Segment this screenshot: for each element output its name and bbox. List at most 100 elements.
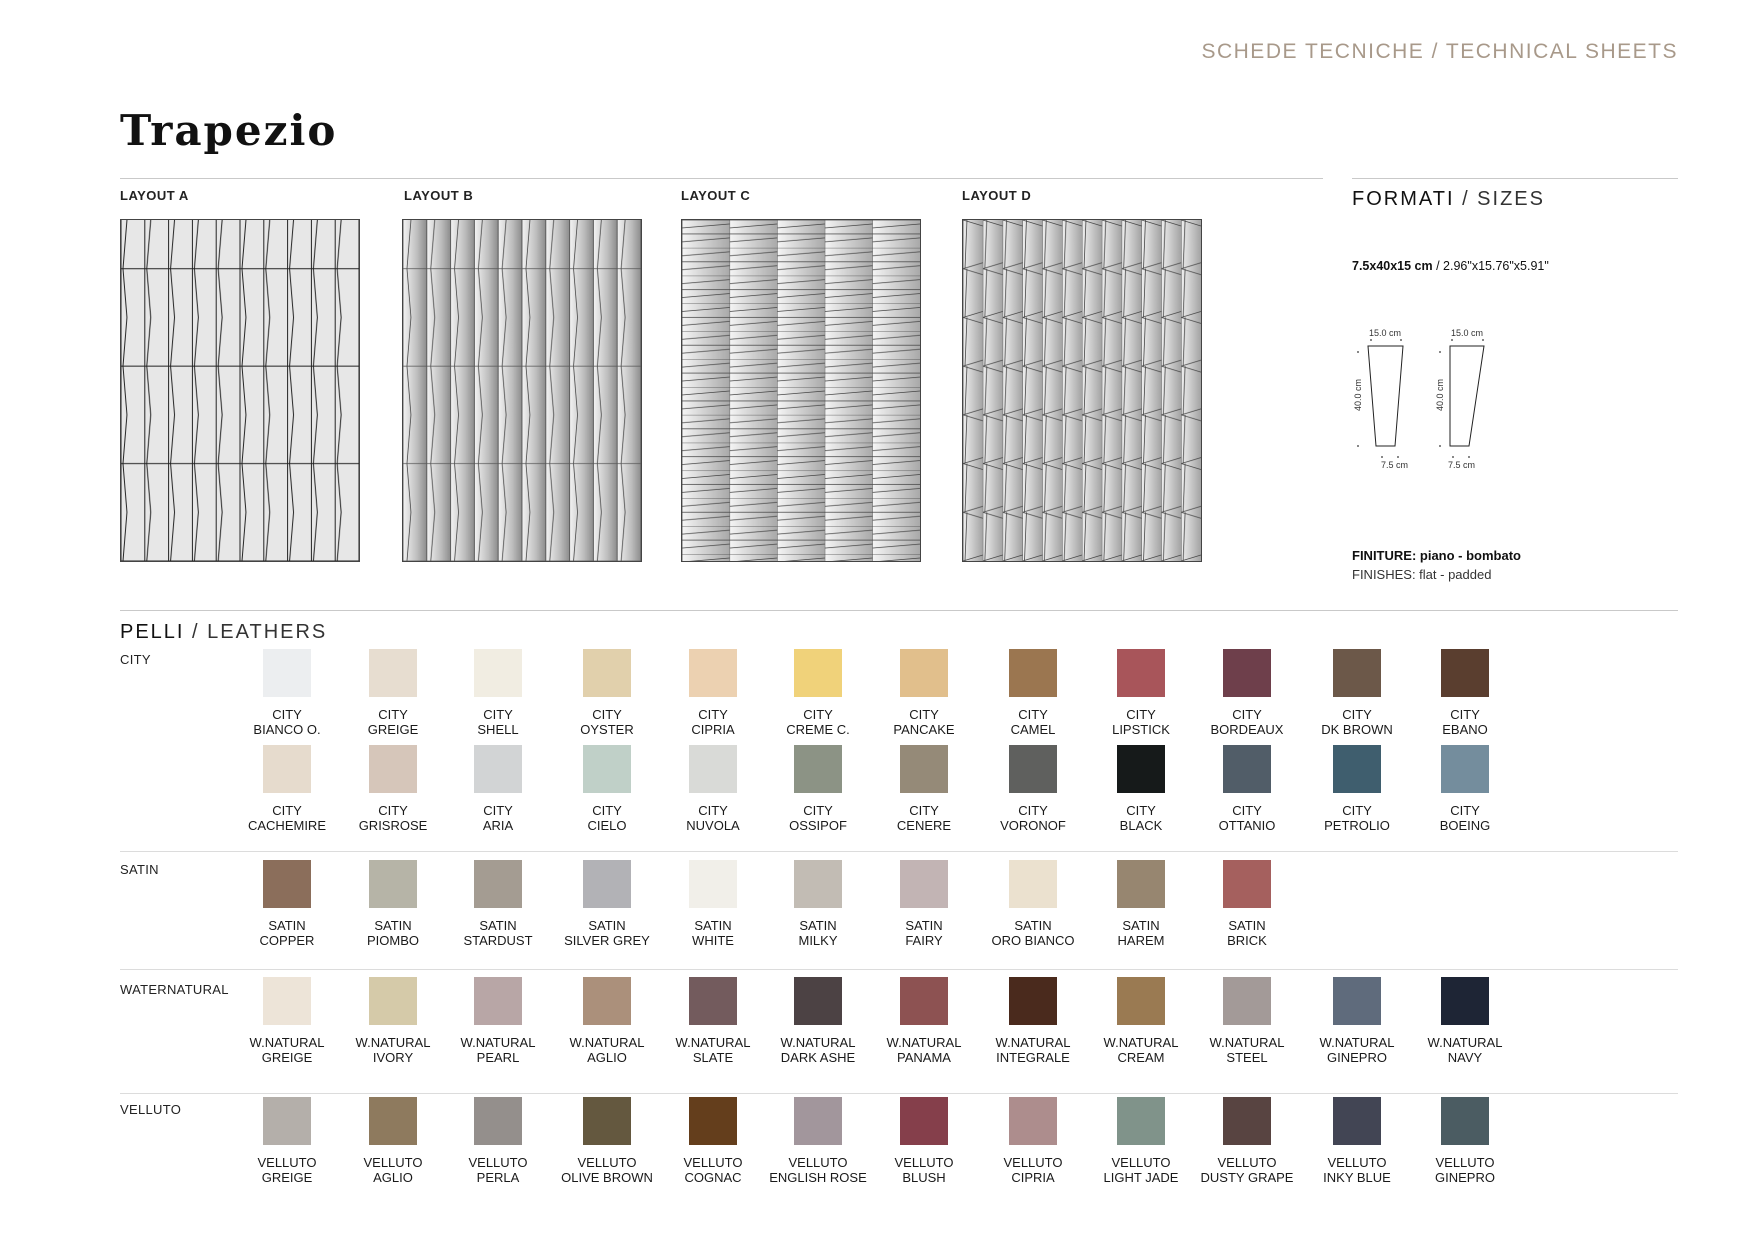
leather-swatch-name: W.NATURAL GINEPRO [1297, 1035, 1417, 1065]
leather-swatch-name: CITY BORDEAUX [1187, 707, 1307, 737]
group-rule-satin [120, 851, 1678, 852]
swatch-line-family: CITY [1232, 803, 1262, 818]
swatch-line-color: IVORY [372, 1050, 414, 1065]
leather-swatch: CITY OYSTER [547, 649, 667, 737]
leather-swatch-color [474, 745, 522, 793]
leather-swatch-name: CITY BOEING [1405, 803, 1525, 833]
swatch-line-family: CITY [1126, 803, 1156, 818]
swatch-line-color: CIPRIA [691, 722, 735, 737]
leather-swatch: W.NATURAL SLATE [653, 977, 773, 1065]
layout-b-pattern [402, 219, 642, 562]
leather-swatch-name: W.NATURAL AGLIO [547, 1035, 667, 1065]
swatch-line-family: W.NATURAL [1209, 1035, 1285, 1050]
swatch-line-family: CITY [909, 803, 939, 818]
leather-swatch-name: VELLUTO GREIGE [227, 1155, 347, 1185]
leather-swatch-color [794, 977, 842, 1025]
layout-d-label: LAYOUT D [962, 188, 1032, 203]
leather-swatch: VELLUTO GREIGE [227, 1097, 347, 1185]
leather-swatch-name: W.NATURAL IVORY [333, 1035, 453, 1065]
leather-swatch: CITY EBANO [1405, 649, 1525, 737]
leather-swatch-name: CITY VORONOF [973, 803, 1093, 833]
swatch-line-color: OLIVE BROWN [561, 1170, 653, 1185]
swatch-line-color: DK BROWN [1321, 722, 1393, 737]
leather-swatch-name: CITY SHELL [438, 707, 558, 737]
leather-swatch: SATIN SILVER GREY [547, 860, 667, 948]
swatch-line-family: CITY [378, 707, 408, 722]
leather-swatch-color [1333, 977, 1381, 1025]
leather-swatch: VELLUTO LIGHT JADE [1081, 1097, 1201, 1185]
leather-swatch: W.NATURAL INTEGRALE [973, 977, 1093, 1065]
group-rule-waternatural [120, 969, 1678, 970]
leathers-top-rule [120, 610, 1678, 611]
right-side-dim: 40.0 cm [1435, 379, 1445, 411]
layouts-top-rule [120, 178, 1323, 179]
leather-swatch-name: CITY CIELO [547, 803, 667, 833]
swatch-line-family: CITY [592, 707, 622, 722]
layout-c-pattern [681, 219, 921, 562]
swatch-line-color: PANCAKE [893, 722, 955, 737]
leather-swatch: W.NATURAL CREAM [1081, 977, 1201, 1065]
leather-swatch-color [369, 649, 417, 697]
sizes-title-sub: / SIZES [1454, 188, 1545, 210]
leather-swatch-color [1333, 745, 1381, 793]
leather-swatch: CITY BORDEAUX [1187, 649, 1307, 737]
leather-swatch: CITY PETROLIO [1297, 745, 1417, 833]
leather-swatch-name: CITY CACHEMIRE [227, 803, 347, 833]
leather-swatch: CITY GREIGE [333, 649, 453, 737]
swatch-line-family: SATIN [268, 918, 306, 933]
leather-swatch: W.NATURAL STEEL [1187, 977, 1307, 1065]
swatch-line-family: CITY [483, 707, 513, 722]
left-bottom-dim: 7.5 cm [1381, 460, 1408, 470]
swatch-line-family: W.NATURAL [886, 1035, 962, 1050]
swatch-line-color: PEARL [476, 1050, 520, 1065]
leather-swatch: W.NATURAL GREIGE [227, 977, 347, 1065]
leather-swatch-name: VELLUTO LIGHT JADE [1081, 1155, 1201, 1185]
leather-swatch-color [900, 860, 948, 908]
leather-swatch: CITY CENERE [864, 745, 984, 833]
swatch-line-color: AGLIO [587, 1050, 627, 1065]
swatch-line-color: ARIA [482, 818, 514, 833]
swatch-line-color: WHITE [692, 933, 734, 948]
swatch-line-color: ENGLISH ROSE [769, 1170, 867, 1185]
swatch-line-family: VELLUTO [257, 1155, 317, 1170]
layout-a-pattern [120, 219, 360, 562]
leather-swatch-name: CITY CENERE [864, 803, 984, 833]
swatch-line-color: COPPER [259, 933, 315, 948]
swatch-line-color: BRICK [1227, 933, 1267, 948]
swatch-line-family: CITY [698, 803, 728, 818]
leather-swatch-color [263, 1097, 311, 1145]
swatch-line-color: INTEGRALE [996, 1050, 1070, 1065]
leather-swatch: SATIN BRICK [1187, 860, 1307, 948]
swatch-line-color: PIOMBO [366, 933, 419, 948]
leather-swatch: VELLUTO PERLA [438, 1097, 558, 1185]
leather-swatch-color [1009, 745, 1057, 793]
leather-swatch-name: CITY PETROLIO [1297, 803, 1417, 833]
page-title: Trapezio [120, 106, 338, 155]
swatch-line-family: CITY [378, 803, 408, 818]
leather-swatch: VELLUTO CIPRIA [973, 1097, 1093, 1185]
leather-swatch-color [900, 745, 948, 793]
swatch-line-family: W.NATURAL [1103, 1035, 1179, 1050]
leather-swatch-color [1223, 649, 1271, 697]
leather-swatch: SATIN WHITE [653, 860, 773, 948]
leather-swatch: SATIN PIOMBO [333, 860, 453, 948]
swatch-line-family: CITY [592, 803, 622, 818]
swatch-line-color: OTTANIO [1218, 818, 1276, 833]
swatch-line-color: CREAM [1117, 1050, 1165, 1065]
leather-swatch: CITY ARIA [438, 745, 558, 833]
swatch-line-family: W.NATURAL [355, 1035, 431, 1050]
swatch-line-color: COGNAC [684, 1170, 742, 1185]
swatch-line-color: SILVER GREY [564, 933, 650, 948]
leather-swatch-name: CITY CAMEL [973, 707, 1093, 737]
leather-swatch: CITY PANCAKE [864, 649, 984, 737]
leather-swatch-name: W.NATURAL INTEGRALE [973, 1035, 1093, 1065]
leather-swatch: W.NATURAL NAVY [1405, 977, 1525, 1065]
leathers-title-main: PELLI [120, 621, 185, 643]
swatch-line-family: CITY [1342, 803, 1372, 818]
swatch-line-family: W.NATURAL [1319, 1035, 1395, 1050]
leather-swatch-name: CITY NUVOLA [653, 803, 773, 833]
leather-swatch: SATIN HAREM [1081, 860, 1201, 948]
leather-swatch-color [1117, 1097, 1165, 1145]
group-rule-velluto [120, 1093, 1678, 1094]
swatch-line-color: SLATE [692, 1050, 734, 1065]
